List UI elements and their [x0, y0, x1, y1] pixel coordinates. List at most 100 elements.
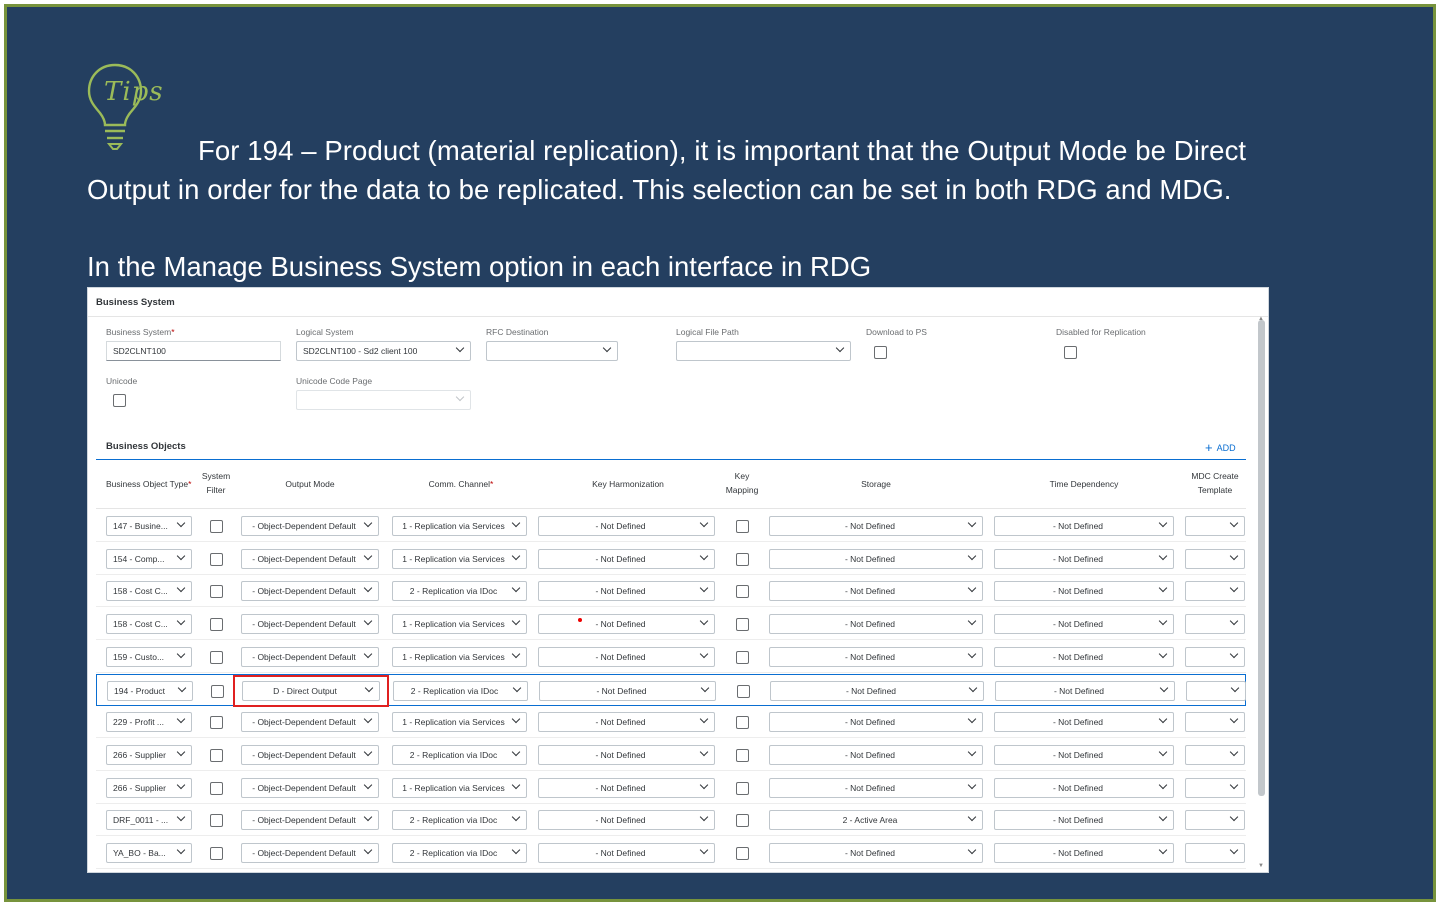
key-harmonization-select[interactable]: - Not Defined — [538, 581, 715, 602]
business-object-type-select[interactable]: 266 - Supplier — [106, 777, 192, 798]
time-dependency-select[interactable]: - Not Defined — [994, 777, 1174, 798]
key-mapping-checkbox[interactable] — [736, 585, 749, 599]
comm-channel-select[interactable]: 1 - Replication via Services — [392, 516, 527, 536]
time-dependency-select[interactable]: - Not Defined — [994, 843, 1174, 863]
comm-channel-select[interactable]: 1 - Replication via Services — [392, 614, 527, 635]
mdc-template-select[interactable] — [1185, 777, 1245, 798]
output-mode-select[interactable]: - Object-Dependent Default — [241, 548, 379, 569]
time-dependency-select[interactable]: - Not Defined — [994, 744, 1174, 765]
time-dependency-select[interactable]: - Not Defined — [994, 548, 1174, 569]
mdc-template-select[interactable] — [1185, 581, 1245, 602]
output-mode-select[interactable]: - Object-Dependent Default — [241, 744, 379, 765]
business-system-input[interactable]: SD2CLNT100 — [106, 341, 281, 361]
business-object-type-select[interactable]: 158 - Cost C... — [106, 614, 192, 635]
output-mode-select[interactable]: - Object-Dependent Default — [241, 614, 379, 635]
comm-channel-select[interactable]: 2 - Replication via IDoc — [392, 581, 527, 602]
system-filter-checkbox[interactable] — [210, 748, 223, 762]
business-object-type-select[interactable]: 194 - Product — [107, 680, 193, 701]
rfc-destination-select[interactable] — [486, 341, 618, 361]
comm-channel-select[interactable]: 1 - Replication via Services — [392, 548, 527, 569]
table-row[interactable]: 154 - Comp... - Object-Dependent Default 1… — [96, 543, 1246, 575]
mdc-template-select[interactable] — [1185, 712, 1245, 733]
download-to-ps-checkbox[interactable] — [874, 346, 887, 359]
disabled-for-replication-checkbox[interactable] — [1064, 346, 1077, 359]
table-row[interactable]: YA_BO - Ba... - Object-Dependent Default 2… — [96, 837, 1246, 869]
table-row[interactable]: 158 - Cost C... - Object-Dependent Defaul… — [96, 575, 1246, 608]
table-row[interactable]: 266 - Supplier - Object-Dependent Default… — [96, 739, 1246, 771]
key-harmonization-select[interactable]: - Not Defined — [538, 614, 715, 635]
comm-channel-select[interactable]: 1 - Replication via Services — [392, 646, 527, 667]
key-mapping-checkbox[interactable] — [736, 847, 749, 860]
table-row[interactable]: 158 - Cost C... - Object-Dependent Defaul… — [96, 608, 1246, 641]
mdc-template-select[interactable] — [1185, 548, 1245, 569]
storage-select[interactable]: - Not Defined — [769, 843, 983, 863]
mdc-template-select[interactable] — [1185, 646, 1245, 667]
key-mapping-checkbox[interactable] — [736, 650, 749, 664]
output-mode-select[interactable]: - Object-Dependent Default — [241, 843, 379, 863]
key-harmonization-select[interactable]: - Not Defined — [538, 516, 715, 536]
system-filter-checkbox[interactable] — [210, 552, 223, 566]
key-harmonization-select[interactable]: - Not Defined — [538, 712, 715, 733]
system-filter-checkbox[interactable] — [210, 847, 223, 860]
key-harmonization-select[interactable]: - Not Defined — [538, 843, 715, 863]
time-dependency-select[interactable]: - Not Defined — [995, 680, 1175, 701]
business-object-type-select[interactable]: YA_BO - Ba... — [106, 843, 192, 863]
key-harmonization-select[interactable]: - Not Defined — [538, 810, 715, 831]
system-filter-checkbox[interactable] — [210, 814, 223, 828]
business-object-type-select[interactable]: 266 - Supplier — [106, 744, 192, 765]
output-mode-select[interactable]: - Object-Dependent Default — [241, 516, 379, 536]
mdc-template-select[interactable] — [1186, 680, 1246, 701]
storage-select[interactable]: - Not Defined — [769, 581, 983, 602]
key-mapping-checkbox[interactable] — [736, 748, 749, 762]
comm-channel-select[interactable]: 2 - Replication via IDoc — [392, 744, 527, 765]
system-filter-checkbox[interactable] — [210, 650, 223, 664]
add-button[interactable]: + ADD — [1205, 440, 1236, 455]
storage-select[interactable]: - Not Defined — [769, 777, 983, 798]
key-mapping-checkbox[interactable] — [736, 552, 749, 566]
key-mapping-checkbox[interactable] — [736, 814, 749, 828]
comm-channel-select[interactable]: 1 - Replication via Services — [392, 777, 527, 798]
comm-channel-select[interactable]: 2 - Replication via IDoc — [392, 843, 527, 863]
time-dependency-select[interactable]: - Not Defined — [994, 810, 1174, 831]
output-mode-select[interactable]: - Object-Dependent Default — [241, 777, 379, 798]
table-row[interactable]: 229 - Profit ... - Object-Dependent Defau… — [96, 706, 1246, 739]
system-filter-checkbox[interactable] — [211, 684, 224, 698]
unicode-code-page-select[interactable] — [296, 390, 471, 410]
key-harmonization-select[interactable]: - Not Defined — [538, 744, 715, 765]
logical-system-select[interactable]: SD2CLNT100 - Sd2 client 100 — [296, 341, 471, 361]
key-harmonization-select[interactable]: - Not Defined — [538, 777, 715, 798]
storage-select[interactable]: - Not Defined — [769, 744, 983, 765]
business-object-type-select[interactable]: 154 - Comp... — [106, 548, 192, 569]
storage-select[interactable]: - Not Defined — [769, 516, 983, 536]
time-dependency-select[interactable]: - Not Defined — [994, 712, 1174, 733]
storage-select[interactable]: - Not Defined — [770, 680, 984, 701]
system-filter-checkbox[interactable] — [210, 781, 223, 795]
system-filter-checkbox[interactable] — [210, 585, 223, 599]
mdc-template-select[interactable] — [1185, 516, 1245, 536]
scroll-down-icon[interactable]: ▼ — [1258, 863, 1264, 869]
key-mapping-checkbox[interactable] — [736, 781, 749, 795]
comm-channel-select[interactable]: 1 - Replication via Services — [392, 712, 527, 733]
key-mapping-checkbox[interactable] — [736, 618, 749, 632]
time-dependency-select[interactable]: - Not Defined — [994, 646, 1174, 667]
time-dependency-select[interactable]: - Not Defined — [994, 516, 1174, 536]
system-filter-checkbox[interactable] — [210, 716, 223, 730]
business-object-type-select[interactable]: 159 - Custo... — [106, 646, 192, 667]
logical-file-path-select[interactable] — [676, 341, 851, 361]
key-harmonization-select[interactable]: - Not Defined — [538, 646, 715, 667]
unicode-checkbox[interactable] — [113, 394, 126, 407]
comm-channel-select[interactable]: 2 - Replication via IDoc — [392, 810, 527, 831]
business-object-type-select[interactable]: 229 - Profit ... — [106, 712, 192, 733]
vertical-scrollbar[interactable] — [1258, 320, 1265, 796]
table-row[interactable]: DRF_0011 - ... - Object-Dependent Default… — [96, 804, 1246, 837]
business-object-type-select[interactable]: 147 - Busine... — [106, 516, 192, 536]
mdc-template-select[interactable] — [1185, 843, 1245, 863]
system-filter-checkbox[interactable] — [210, 520, 223, 533]
table-row[interactable]: 159 - Custo... - Object-Dependent Default… — [96, 641, 1246, 673]
table-row[interactable]: 147 - Busine... - Object-Dependent Defaul… — [96, 510, 1246, 542]
storage-select[interactable]: 2 - Active Area — [769, 810, 983, 831]
storage-select[interactable]: - Not Defined — [769, 712, 983, 733]
comm-channel-select[interactable]: 2 - Replication via IDoc — [393, 680, 528, 701]
key-mapping-checkbox[interactable] — [736, 716, 749, 730]
key-mapping-checkbox[interactable] — [737, 684, 750, 698]
